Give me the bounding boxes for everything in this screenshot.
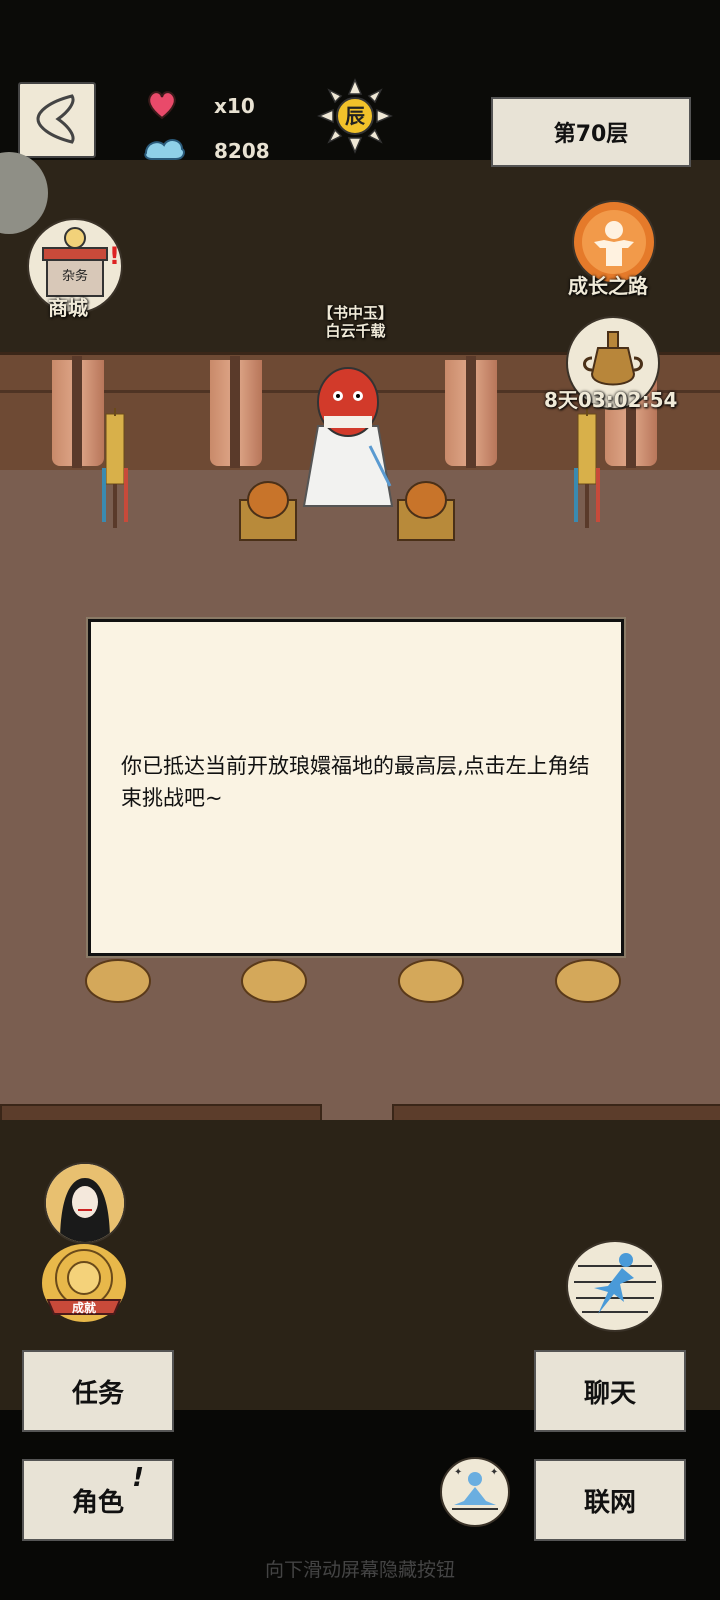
shop-label: 商城 (48, 296, 88, 320)
chair (397, 481, 455, 541)
task-button[interactable]: 任务 (22, 1350, 174, 1432)
dialog-message: 你已抵达当前开放琅嬛福地的最高层,点击左上角结束挑战吧~ (121, 754, 590, 810)
meditate-button[interactable]: ✦ ✦ (440, 1457, 510, 1527)
npc-lion-dancer[interactable] (300, 356, 396, 516)
chat-label: 聊天 (583, 1378, 636, 1409)
prayer-wheel-left (102, 408, 128, 528)
chat-button[interactable]: 聊天 (534, 1350, 686, 1432)
back-button[interactable] (18, 82, 96, 158)
growth-path-label: 成长之路 (568, 274, 648, 298)
auto-run-button[interactable] (566, 1240, 664, 1332)
character-avatar-button[interactable] (44, 1162, 126, 1244)
time-of-day-badge[interactable]: 辰 (317, 78, 393, 154)
role-alert-badge: ! (132, 1463, 144, 1493)
time-badge-label: 辰 (345, 104, 366, 128)
prayer-wheel-right (574, 408, 600, 528)
running-figure-icon (574, 1253, 656, 1314)
message-dialog[interactable]: 你已抵达当前开放琅嬛福地的最高层,点击左上角结束挑战吧~ (88, 619, 624, 956)
network-label: 联网 (583, 1487, 636, 1518)
currency-count: 8208 (214, 139, 270, 163)
floor-label: 第70层 (553, 122, 629, 147)
floor-cushion (555, 959, 621, 1003)
lives-count: x10 (214, 94, 255, 118)
achievement-medal-icon: 成就 (46, 1249, 122, 1315)
wall-post (72, 356, 82, 468)
floor-cushion (241, 959, 307, 1003)
svg-text:✦: ✦ (490, 1467, 498, 1478)
floor-indicator[interactable]: 第70层 (491, 97, 691, 167)
npc-title-line1: 【书中玉】 (318, 304, 394, 322)
npc-title-line2: 白云千载 (325, 322, 386, 340)
npc-title: 【书中玉】 白云千载 (318, 304, 393, 340)
heart-icon (148, 91, 176, 120)
shop-sign: 杂务 (62, 268, 88, 284)
avatar-icon (46, 1164, 124, 1242)
role-button[interactable]: 角色 ! (22, 1459, 174, 1541)
event-timer: 8天03:02:54 (544, 388, 678, 412)
cloud-currency-icon (144, 139, 185, 160)
network-button[interactable]: 联网 (534, 1459, 686, 1541)
shop-alert-icon: ! (109, 242, 120, 270)
meditation-icon: ✦ ✦ (452, 1467, 498, 1510)
chair (239, 481, 297, 541)
svg-text:✦: ✦ (454, 1467, 462, 1478)
achievement-button[interactable]: 成就 (42, 1244, 126, 1322)
sun-icon: 辰 (317, 78, 393, 154)
back-arrow-icon (36, 94, 75, 144)
role-label: 角色 (71, 1487, 124, 1518)
wall-post (230, 356, 240, 468)
floor-cushion (398, 959, 464, 1003)
hide-buttons-hint: 向下滑动屏幕隐藏按钮 (264, 1559, 455, 1581)
achievement-ribbon-label: 成就 (72, 1300, 96, 1315)
wall-post (466, 356, 476, 468)
floor-cushion (85, 959, 151, 1003)
task-label: 任务 (71, 1378, 124, 1409)
